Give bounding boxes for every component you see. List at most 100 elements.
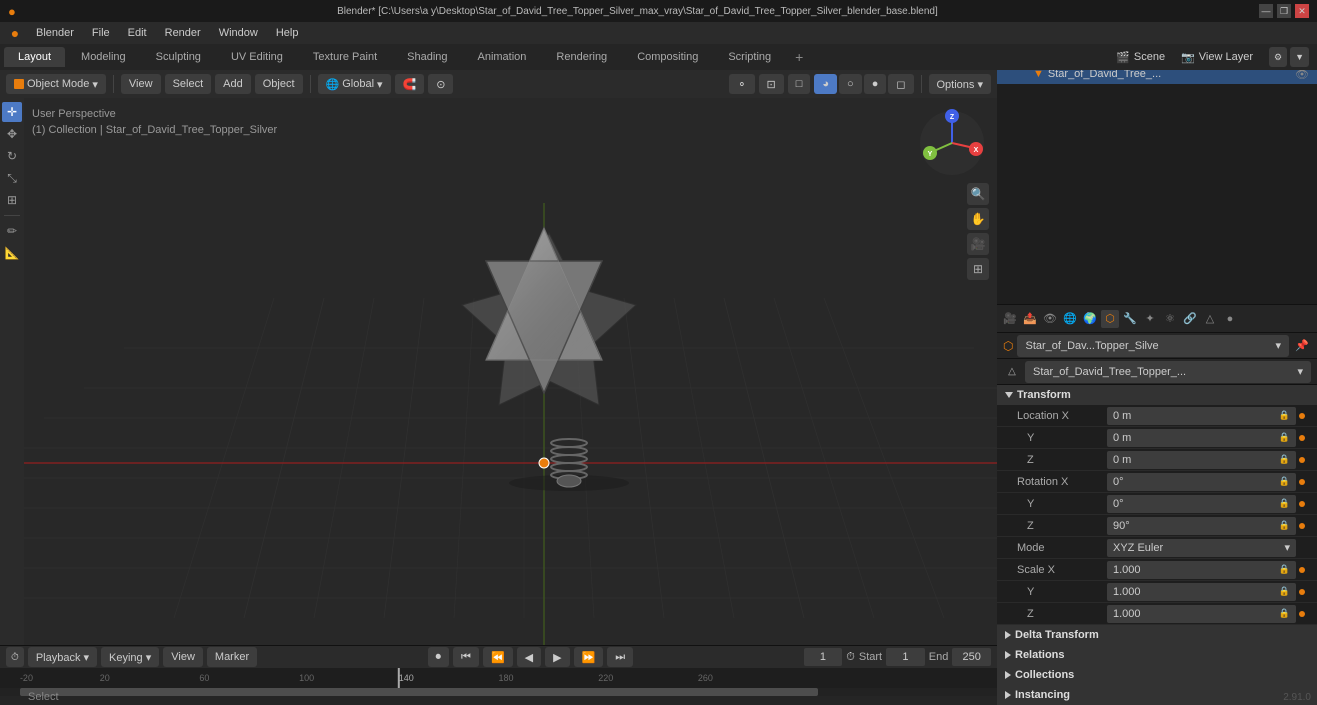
rotation-y-value[interactable]: 0° 🔒: [1107, 495, 1296, 513]
props-modifier-icon[interactable]: 🔧: [1121, 310, 1139, 328]
collections-header[interactable]: Collections: [997, 665, 1317, 685]
view-menu-timeline[interactable]: View: [163, 647, 203, 667]
tab-rendering[interactable]: Rendering: [542, 47, 621, 67]
render-filter-button[interactable]: ▼: [1290, 47, 1309, 67]
scene-selector[interactable]: 🎬 Scene: [1116, 51, 1165, 64]
tab-compositing[interactable]: Compositing: [623, 47, 712, 67]
measure-tool[interactable]: 📐: [2, 243, 22, 263]
viewport-3d[interactable]: User Perspective (1) Collection | Star_o…: [24, 98, 997, 645]
cursor-tool[interactable]: ✛: [2, 102, 22, 122]
object-name-dropdown[interactable]: Star_of_Dav...Topper_Silve ▾: [1017, 335, 1289, 357]
tab-modeling[interactable]: Modeling: [67, 47, 140, 67]
mode-selector[interactable]: Object Mode ▾: [6, 74, 106, 94]
select-menu[interactable]: Select: [165, 74, 212, 94]
rotation-z-value[interactable]: 90° 🔒: [1107, 517, 1296, 535]
shading-wireframe[interactable]: ◻: [888, 74, 913, 94]
tab-scripting[interactable]: Scripting: [714, 47, 785, 67]
proportional-edit[interactable]: ⊙: [428, 74, 453, 94]
props-world-icon[interactable]: 🌍: [1081, 310, 1099, 328]
titlebar-controls[interactable]: — ❐ ✕: [1259, 4, 1309, 18]
overlay-toggle[interactable]: ⊡: [759, 74, 784, 94]
close-button[interactable]: ✕: [1295, 4, 1309, 18]
location-x-value[interactable]: 0 m 🔒: [1107, 407, 1296, 425]
timeline-ruler[interactable]: -20 20 60 100 140 180 220 260: [0, 668, 997, 688]
move-tool[interactable]: ✥: [2, 124, 22, 144]
xray-toggle[interactable]: □: [788, 74, 811, 94]
shading-rendered[interactable]: ●: [864, 74, 887, 94]
props-physics-icon[interactable]: ⚛: [1161, 310, 1179, 328]
play-button[interactable]: ▶: [545, 647, 569, 667]
camera-button[interactable]: 🎥: [967, 233, 989, 255]
props-constraints-icon[interactable]: 🔗: [1181, 310, 1199, 328]
marker-menu[interactable]: Marker: [207, 647, 257, 667]
delta-transform-header[interactable]: Delta Transform: [997, 625, 1317, 645]
scale-z-value[interactable]: 1.000 🔒: [1107, 605, 1296, 623]
scale-x-value[interactable]: 1.000 🔒: [1107, 561, 1296, 579]
location-y-value[interactable]: 0 m 🔒: [1107, 429, 1296, 447]
props-material-icon[interactable]: ●: [1221, 310, 1239, 328]
tab-sculpting[interactable]: Sculpting: [142, 47, 215, 67]
jump-start-button[interactable]: ⏮: [453, 647, 479, 667]
props-view-icon[interactable]: 👁: [1041, 310, 1059, 328]
tab-shading[interactable]: Shading: [393, 47, 461, 67]
start-frame[interactable]: 1: [886, 648, 925, 666]
object-data-dropdown[interactable]: Star_of_David_Tree_Topper_... ▾: [1025, 361, 1311, 383]
instancing-header[interactable]: Instancing: [997, 685, 1317, 705]
annotate-tool[interactable]: ✏: [2, 221, 22, 241]
timeline-scroll-thumb[interactable]: [20, 688, 818, 696]
object-pin-button[interactable]: 📌: [1293, 337, 1311, 355]
transform-tool[interactable]: ⊞: [2, 190, 22, 210]
view-menu[interactable]: View: [121, 74, 161, 94]
props-particles-icon[interactable]: ✦: [1141, 310, 1159, 328]
current-frame[interactable]: 1: [804, 648, 843, 666]
tab-animation[interactable]: Animation: [464, 47, 541, 67]
tab-texture-paint[interactable]: Texture Paint: [299, 47, 391, 67]
transform-selector[interactable]: 🌐 Global ▾: [318, 74, 391, 94]
blender-logo-menu[interactable]: ●: [4, 22, 26, 44]
shading-material[interactable]: ○: [839, 74, 862, 94]
rotate-tool[interactable]: ↻: [2, 146, 22, 166]
scale-y-value[interactable]: 1.000 🔒: [1107, 583, 1296, 601]
props-object-icon[interactable]: ⬡: [1101, 310, 1119, 328]
scale-tool[interactable]: ⤡: [2, 168, 22, 188]
menu-edit[interactable]: Edit: [120, 25, 155, 41]
menu-blender[interactable]: Blender: [28, 25, 82, 41]
rotation-x-value[interactable]: 0° 🔒: [1107, 473, 1296, 491]
tab-add[interactable]: +: [787, 45, 811, 69]
timeline-scrollbar[interactable]: [0, 688, 997, 696]
timeline-mode-icon[interactable]: ⏱: [6, 647, 24, 667]
tab-uv-editing[interactable]: UV Editing: [217, 47, 297, 67]
menu-window[interactable]: Window: [211, 25, 266, 41]
play-reverse-button[interactable]: ◀: [517, 647, 541, 667]
render-options-button[interactable]: ⚙: [1269, 47, 1287, 67]
menu-render[interactable]: Render: [157, 25, 209, 41]
shading-solid[interactable]: ◕: [814, 74, 837, 94]
props-output-icon[interactable]: 📤: [1021, 310, 1039, 328]
props-render-icon[interactable]: 🎥: [1001, 310, 1019, 328]
snap-button[interactable]: 🧲: [395, 74, 425, 94]
options-button[interactable]: Options ▾: [929, 74, 992, 94]
jump-end-button[interactable]: ⏭: [607, 647, 633, 667]
minimize-button[interactable]: —: [1259, 4, 1273, 18]
nav-gizmo[interactable]: Z X Y: [917, 108, 987, 178]
maximize-button[interactable]: ❐: [1277, 4, 1291, 18]
prev-keyframe-button[interactable]: ⏪: [483, 647, 513, 667]
menu-help[interactable]: Help: [268, 25, 307, 41]
zoom-in-button[interactable]: 🔍: [967, 183, 989, 205]
props-data-icon[interactable]: △: [1201, 310, 1219, 328]
tab-layout[interactable]: Layout: [4, 47, 65, 67]
location-z-value[interactable]: 0 m 🔒: [1107, 451, 1296, 469]
record-button[interactable]: ⏺: [428, 647, 450, 667]
playback-menu[interactable]: Playback ▾: [28, 647, 97, 667]
pan-button[interactable]: ✋: [967, 208, 989, 230]
props-scene-icon[interactable]: 🌐: [1061, 310, 1079, 328]
relations-header[interactable]: Relations: [997, 645, 1317, 665]
transform-section-header[interactable]: Transform: [997, 385, 1317, 405]
end-frame[interactable]: 250: [952, 648, 991, 666]
grid-button[interactable]: ⊞: [967, 258, 989, 280]
view-layer-selector[interactable]: 📷 View Layer: [1181, 51, 1253, 64]
keying-menu[interactable]: Keying ▾: [101, 647, 159, 667]
gizmo-toggle[interactable]: ⚬: [729, 74, 754, 94]
menu-file[interactable]: File: [84, 25, 118, 41]
rotation-mode-value[interactable]: XYZ Euler ▾: [1107, 539, 1296, 557]
